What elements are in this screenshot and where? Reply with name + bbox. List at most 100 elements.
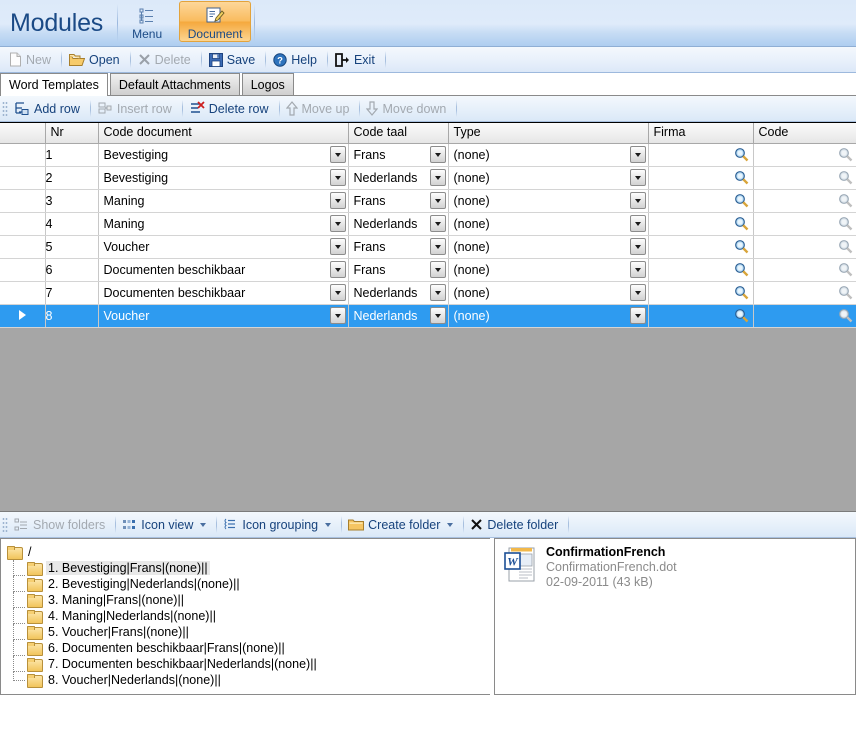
grid-col-code-taal[interactable]: Code taal [348,123,449,144]
row-indicator-cell[interactable] [0,258,46,282]
search-icon[interactable] [836,307,854,325]
tree-node[interactable]: 2. Bevestiging|Nederlands|(none)|| [13,576,490,592]
cell-nr[interactable]: 3 [45,189,99,213]
tree-root-node[interactable]: / [7,543,490,560]
cell-firma[interactable] [648,304,754,328]
chevron-down-icon[interactable] [447,522,454,527]
chevron-down-icon[interactable] [325,522,332,527]
cell-code-document[interactable]: Bevestiging [98,166,349,190]
cell-code-document[interactable]: Voucher [98,304,349,328]
add-row-button[interactable]: Add row [10,99,88,118]
search-icon[interactable] [836,215,854,233]
cell-code-document[interactable]: Documenten beschikbaar [98,258,349,282]
search-icon[interactable] [733,238,751,256]
dropdown-button[interactable] [329,307,346,324]
cell-code-taal[interactable]: Frans [348,189,449,213]
dropdown-button[interactable] [329,215,346,232]
dropdown-button[interactable] [629,238,646,255]
row-indicator-cell[interactable] [0,166,46,190]
cell-nr[interactable]: 6 [45,258,99,282]
tree-node[interactable]: 1. Bevestiging|Frans|(none)|| [13,560,490,576]
cell-code-document[interactable]: Voucher [98,235,349,259]
chevron-down-icon[interactable] [200,522,207,527]
search-icon[interactable] [733,192,751,210]
tree-node[interactable]: 5. Voucher|Frans|(none)|| [13,624,490,640]
table-row[interactable]: 4 Maning Nederlands (none) [0,212,856,236]
grid-col-nr[interactable]: Nr [45,123,99,144]
dropdown-button[interactable] [329,169,346,186]
search-icon[interactable] [733,261,751,279]
move-down-button[interactable]: Move down [362,99,454,118]
cell-nr[interactable]: 2 [45,166,99,190]
table-row[interactable]: 3 Maning Frans (none) [0,189,856,213]
tab-default-attachments[interactable]: Default Attachments [109,73,240,95]
grid-col-code-document[interactable]: Code document [98,123,349,144]
cell-nr[interactable]: 8 [45,304,99,328]
dropdown-button[interactable] [429,192,446,209]
dropdown-button[interactable] [429,261,446,278]
row-indicator-cell[interactable] [0,189,46,213]
ribbon-button-menu[interactable]: Menu [118,0,176,46]
dropdown-button[interactable] [629,307,646,324]
open-button[interactable]: Open [64,49,128,71]
cell-type[interactable]: (none) [448,235,649,259]
exit-button[interactable]: Exit [330,49,383,71]
tree-node[interactable]: 4. Maning|Nederlands|(none)|| [13,608,490,624]
search-icon[interactable] [733,169,751,187]
table-row[interactable]: 7 Documenten beschikbaar Nederlands (none) [0,281,856,305]
tree-node[interactable]: 3. Maning|Frans|(none)|| [13,592,490,608]
cell-nr[interactable]: 7 [45,281,99,305]
search-icon[interactable] [836,146,854,164]
folder-tree[interactable]: / 1. Bevestiging|Frans|(none)|| 2. Bevest… [0,538,490,695]
table-row[interactable]: 1 Bevestiging Frans (none) [0,143,856,167]
cell-type[interactable]: (none) [448,189,649,213]
cell-nr[interactable]: 5 [45,235,99,259]
cell-firma[interactable] [648,189,754,213]
cell-firma[interactable] [648,235,754,259]
cell-type[interactable]: (none) [448,212,649,236]
row-indicator-cell[interactable] [0,235,46,259]
table-row[interactable]: 6 Documenten beschikbaar Frans (none) [0,258,856,282]
save-button[interactable]: Save [204,49,264,71]
tab-logos[interactable]: Logos [241,73,294,95]
file-list-panel[interactable]: W ConfirmationFrench ConfirmationFrench.do… [494,538,856,695]
cell-code-taal[interactable]: Frans [348,143,449,167]
row-indicator-cell[interactable] [0,281,46,305]
toolbar-grip[interactable] [2,516,8,533]
dropdown-button[interactable] [429,307,446,324]
tree-node[interactable]: 8. Voucher|Nederlands|(none)|| [13,672,490,688]
cell-code-taal[interactable]: Nederlands [348,166,449,190]
move-up-button[interactable]: Move up [282,99,358,118]
dropdown-button[interactable] [429,215,446,232]
ribbon-button-document[interactable]: Document [179,1,252,42]
cell-code-document[interactable]: Bevestiging [98,143,349,167]
delete-button[interactable]: Delete [133,49,199,71]
delete-row-button[interactable]: Delete row [185,99,277,118]
dropdown-button[interactable] [629,169,646,186]
dropdown-button[interactable] [629,261,646,278]
grid-col-type[interactable]: Type [448,123,649,144]
dropdown-button[interactable] [329,238,346,255]
cell-nr[interactable]: 1 [45,143,99,167]
dropdown-button[interactable] [329,146,346,163]
cell-type[interactable]: (none) [448,258,649,282]
cell-firma[interactable] [648,258,754,282]
cell-code-document[interactable]: Maning [98,189,349,213]
row-indicator-cell[interactable] [0,212,46,236]
dropdown-button[interactable] [629,192,646,209]
tab-word-templates[interactable]: Word Templates [0,73,108,96]
word-templates-grid[interactable]: Nr Code document Code taal Type Firma Co… [0,122,856,512]
cell-code-taal[interactable]: Nederlands [348,304,449,328]
dropdown-button[interactable] [429,169,446,186]
search-icon[interactable] [836,284,854,302]
tree-node[interactable]: 7. Documenten beschikbaar|Nederlands|(no… [13,656,490,672]
cell-code-taal[interactable]: Nederlands [348,281,449,305]
cell-type[interactable]: (none) [448,143,649,167]
list-item[interactable]: W ConfirmationFrench ConfirmationFrench.do… [503,545,855,590]
cell-code-document[interactable]: Maning [98,212,349,236]
search-icon[interactable] [733,284,751,302]
insert-row-button[interactable]: Insert row [93,99,180,118]
table-row[interactable]: 5 Voucher Frans (none) [0,235,856,259]
icon-view-button[interactable]: Icon view [118,516,214,534]
cell-code-document[interactable]: Documenten beschikbaar [98,281,349,305]
